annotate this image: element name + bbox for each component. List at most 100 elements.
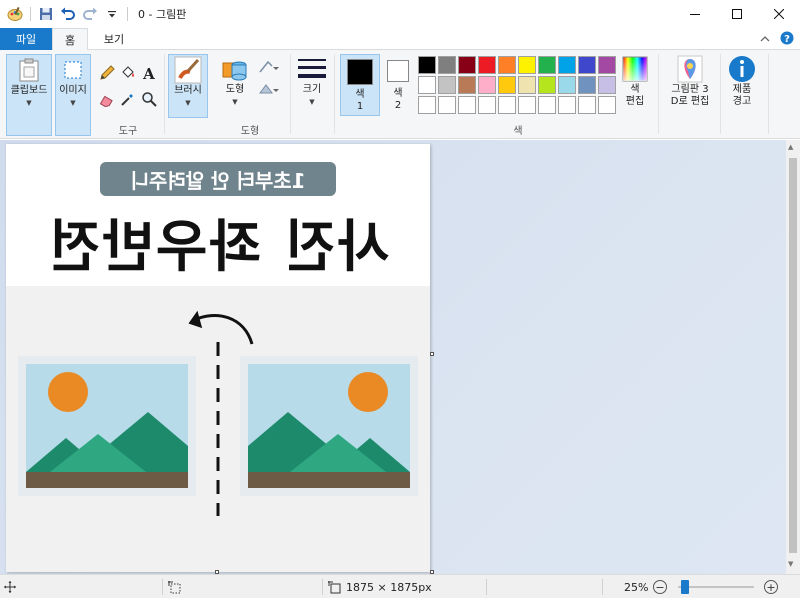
resize-handle-right[interactable]: [430, 352, 434, 356]
product-alert-button[interactable]: 제품 경고: [724, 54, 760, 118]
select-icon: [58, 55, 88, 85]
palette-color-swatch[interactable]: [438, 76, 456, 94]
scrollbar-thumb[interactable]: [789, 158, 797, 553]
palette-color-swatch[interactable]: [458, 76, 476, 94]
clipboard-button[interactable]: 클립보드 ▼: [6, 54, 52, 136]
window-controls: [674, 0, 800, 28]
palette-color-swatch[interactable]: [458, 56, 476, 74]
paint-app-icon[interactable]: [6, 5, 24, 23]
outline-icon[interactable]: [258, 58, 280, 76]
palette-color-swatch[interactable]: [558, 96, 576, 114]
tab-file[interactable]: 파일: [0, 28, 52, 50]
palette-color-swatch[interactable]: [538, 56, 556, 74]
shapes-button[interactable]: 도형 ▼: [218, 54, 252, 118]
palette-color-swatch[interactable]: [458, 96, 476, 114]
paint3d-icon: [675, 54, 705, 84]
palette-color-swatch[interactable]: [598, 76, 616, 94]
status-bar: 1875 × 1875px 25% − +: [0, 574, 800, 598]
help-icon[interactable]: ?: [780, 31, 794, 48]
palette-color-swatch[interactable]: [418, 76, 436, 94]
group-separator: [768, 54, 769, 134]
paint3d-label-2: D로 편집: [670, 96, 710, 107]
palette-color-swatch[interactable]: [558, 76, 576, 94]
vertical-scrollbar[interactable]: ▲ ▼: [786, 140, 800, 574]
magnifier-icon[interactable]: [140, 90, 158, 108]
paint3d-button[interactable]: 그림판 3 D로 편집: [664, 54, 716, 118]
palette-color-swatch[interactable]: [578, 96, 596, 114]
palette-color-swatch[interactable]: [498, 76, 516, 94]
palette-color-swatch[interactable]: [538, 96, 556, 114]
image-title-text: 사진 좌우반전: [46, 214, 390, 280]
palette-color-swatch[interactable]: [418, 96, 436, 114]
palette-color-swatch[interactable]: [498, 56, 516, 74]
fill-bucket-icon[interactable]: [119, 64, 137, 82]
ribbon-tab-actions: ?: [760, 31, 794, 48]
color1-label: 색: [355, 89, 365, 100]
palette-color-swatch[interactable]: [578, 76, 596, 94]
color2-number: 2: [394, 100, 402, 111]
group-separator: [334, 54, 335, 134]
minimize-button[interactable]: [674, 0, 716, 28]
color1-button[interactable]: 색 1: [340, 54, 380, 116]
image-label: 이미지: [59, 85, 87, 96]
zoom-in-button[interactable]: +: [764, 580, 778, 594]
color2-button[interactable]: 색 2: [378, 54, 418, 116]
image-size-text: 1875 × 1875px: [346, 580, 432, 594]
scroll-down-icon[interactable]: ▼: [788, 560, 793, 568]
palette-color-swatch[interactable]: [558, 56, 576, 74]
cursor-position: [4, 575, 16, 598]
customize-qa-icon[interactable]: [103, 5, 121, 23]
qa-separator: [127, 7, 128, 21]
palette-color-swatch[interactable]: [438, 96, 456, 114]
undo-icon[interactable]: [59, 5, 77, 23]
close-button[interactable]: [758, 0, 800, 28]
size-button[interactable]: 크기 ▼: [294, 54, 330, 118]
palette-color-swatch[interactable]: [578, 56, 596, 74]
group-separator: [164, 54, 165, 134]
edit-colors-button[interactable]: 색 편집: [620, 54, 650, 118]
zoom-slider-thumb[interactable]: [681, 580, 689, 594]
svg-text:A: A: [142, 65, 155, 81]
flip-illustration: [18, 310, 418, 516]
palette-color-swatch[interactable]: [538, 76, 556, 94]
palette-color-swatch[interactable]: [438, 56, 456, 74]
pencil-icon[interactable]: [98, 64, 116, 82]
status-divider: [602, 579, 603, 595]
palette-color-swatch[interactable]: [518, 56, 536, 74]
image-canvas[interactable]: 1초부터 안 알려주니 사진 좌우반전: [6, 144, 430, 572]
palette-color-swatch[interactable]: [598, 96, 616, 114]
window-title: 0 - 그림판: [138, 8, 187, 21]
status-divider: [162, 579, 163, 595]
palette-color-swatch[interactable]: [478, 56, 496, 74]
collapse-ribbon-icon[interactable]: [760, 33, 770, 46]
canvas-workspace[interactable]: 1초부터 안 알려주니 사진 좌우반전: [0, 140, 786, 574]
fill-icon[interactable]: [258, 80, 280, 98]
maximize-button[interactable]: [716, 0, 758, 28]
redo-icon[interactable]: [81, 5, 99, 23]
palette-color-swatch[interactable]: [518, 76, 536, 94]
colors-group-label: 색: [513, 126, 523, 137]
eraser-icon[interactable]: [98, 90, 116, 108]
scroll-up-icon[interactable]: ▲: [788, 143, 793, 151]
color2-label: 색: [393, 88, 403, 99]
image-button[interactable]: 이미지 ▼: [55, 54, 91, 136]
zoom-slider-track[interactable]: [678, 586, 754, 588]
color-picker-icon[interactable]: [119, 90, 137, 108]
palette-color-swatch[interactable]: [478, 76, 496, 94]
brushes-button[interactable]: 브러시 ▼: [168, 54, 208, 118]
ribbon: 클립보드 ▼ 이미지 ▼ A 도구 브러시 ▼ 도형 ▼ 도형 크기 ▼ 색 1…: [0, 50, 800, 139]
tab-home[interactable]: 홈: [52, 28, 88, 51]
left-picture-icon: [18, 356, 196, 496]
text-icon[interactable]: A: [140, 64, 158, 82]
tab-view[interactable]: 보기: [96, 28, 132, 50]
zoom-out-button[interactable]: −: [653, 580, 667, 594]
palette-color-swatch[interactable]: [478, 96, 496, 114]
palette-color-swatch[interactable]: [418, 56, 436, 74]
group-separator: [720, 54, 721, 134]
save-icon[interactable]: [37, 5, 55, 23]
palette-color-swatch[interactable]: [518, 96, 536, 114]
crosshair-icon: [4, 581, 16, 593]
palette-color-swatch[interactable]: [598, 56, 616, 74]
brushes-label: 브러시: [174, 85, 202, 96]
palette-color-swatch[interactable]: [498, 96, 516, 114]
